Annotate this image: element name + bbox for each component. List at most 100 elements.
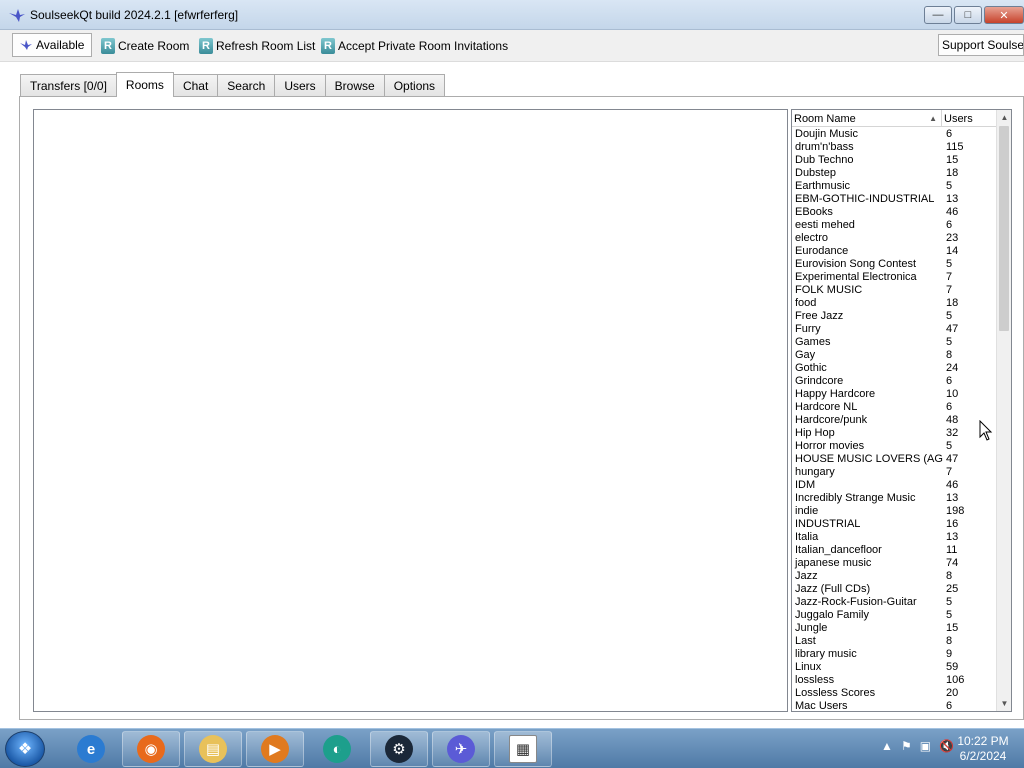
table-row[interactable]: EBM-GOTHIC-INDUSTRIAL 13 [792, 193, 997, 206]
room-name-cell: Free Jazz [795, 310, 844, 322]
table-row[interactable]: Free Jazz 5 [792, 310, 997, 323]
room-users-cell: 47 [946, 323, 959, 335]
window-title-bar[interactable]: SoulseekQt build 2024.2.1 [efwrferferg] … [0, 0, 1024, 30]
tab-rooms[interactable]: Rooms [115, 72, 174, 97]
network-icon[interactable]: ▣ [920, 739, 931, 753]
table-row[interactable]: Jazz 8 [792, 570, 997, 583]
maximize-button[interactable]: □ [954, 6, 982, 24]
table-row[interactable]: EBooks 46 [792, 206, 997, 219]
room-name-cell: Incredibly Strange Music [795, 492, 916, 504]
taskbar-soulseek[interactable]: ✈ [432, 731, 490, 767]
table-row[interactable]: Last 8 [792, 635, 997, 648]
table-row[interactable]: food 18 [792, 297, 997, 310]
status-button[interactable]: Available [12, 33, 92, 57]
table-row[interactable]: Juggalo Family 5 [792, 609, 997, 622]
support-soulseek-button[interactable]: Support Soulseek [938, 34, 1024, 56]
table-row[interactable]: drum'n'bass 115 [792, 141, 997, 154]
soulseek-bird-icon [9, 9, 25, 22]
table-row[interactable]: Eurodance 14 [792, 245, 997, 258]
table-row[interactable]: Lossless Scores 20 [792, 687, 997, 700]
main-toolbar: Available R Create Room R Refresh Room L… [0, 30, 1024, 62]
column-header-users[interactable]: Users [942, 110, 997, 127]
vertical-scrollbar[interactable]: ▲ ▼ [996, 110, 1011, 711]
room-list-table[interactable]: Room Name ▲ Users Doujin Music 6 drum'n'ba… [791, 109, 1012, 712]
table-row[interactable]: Hardcore NL 6 [792, 401, 997, 414]
table-row[interactable]: Experimental Electronica 7 [792, 271, 997, 284]
tab-search[interactable]: Search [217, 74, 276, 97]
table-row[interactable]: Horror movies 5 [792, 440, 997, 453]
action-center-flag-icon[interactable]: ⚑ [901, 739, 912, 753]
taskbar-file-explorer[interactable]: ▤ [184, 731, 242, 767]
table-row[interactable]: Gay 8 [792, 349, 997, 362]
taskbar-internet-explorer[interactable]: e [62, 731, 120, 767]
table-row[interactable]: Italian_dancefloor 11 [792, 544, 997, 557]
minimize-button[interactable]: — [924, 6, 952, 24]
table-row[interactable]: Hardcore/punk 48 [792, 414, 997, 427]
table-row[interactable]: IDM 46 [792, 479, 997, 492]
table-row[interactable]: Dub Techno 15 [792, 154, 997, 167]
table-row[interactable]: japanese music 74 [792, 557, 997, 570]
table-row[interactable]: Incredibly Strange Music 13 [792, 492, 997, 505]
tray-chevron-icon[interactable]: ▲ [881, 739, 893, 753]
scrollbar-thumb[interactable] [999, 126, 1009, 331]
table-row[interactable]: electro 23 [792, 232, 997, 245]
table-row[interactable]: library music 9 [792, 648, 997, 661]
table-row[interactable]: Italia 13 [792, 531, 997, 544]
create-room-button[interactable]: R Create Room [101, 36, 189, 56]
room-users-cell: 198 [946, 505, 965, 517]
tab-browse[interactable]: Browse [324, 74, 385, 97]
table-row[interactable]: Games 5 [792, 336, 997, 349]
table-row[interactable]: Doujin Music 6 [792, 128, 997, 141]
table-row[interactable]: Hip Hop 32 [792, 427, 997, 440]
close-button[interactable]: ✕ [984, 6, 1024, 24]
tab-users[interactable]: Users [274, 74, 326, 97]
table-row[interactable]: FOLK MUSIC 7 [792, 284, 997, 297]
room-chat-area[interactable] [33, 109, 788, 712]
table-row[interactable]: Jungle 15 [792, 622, 997, 635]
internet-explorer-icon: e [77, 735, 105, 763]
taskbar-app-teal[interactable]: ◐ [308, 731, 366, 767]
room-users-cell: 5 [946, 310, 953, 322]
room-users-cell: 46 [946, 479, 959, 491]
file-explorer-icon: ▤ [199, 735, 227, 763]
room-users-cell: 23 [946, 232, 959, 244]
tab-transfers[interactable]: Transfers [0/0] [20, 74, 117, 97]
room-users-cell: 5 [946, 596, 953, 608]
table-row[interactable]: Grindcore 6 [792, 375, 997, 388]
taskbar-document-viewer[interactable]: ▦ [494, 731, 552, 767]
table-row[interactable]: indie 198 [792, 505, 997, 518]
table-row[interactable]: Furry 47 [792, 323, 997, 336]
table-row[interactable]: Jazz (Full CDs) 25 [792, 583, 997, 596]
table-row[interactable]: Linux 59 [792, 661, 997, 674]
room-name-cell: Earthmusic [795, 180, 851, 192]
volume-muted-icon[interactable]: 🔇 [939, 739, 954, 753]
table-row[interactable]: INDUSTRIAL 16 [792, 518, 997, 531]
table-row[interactable]: Earthmusic 5 [792, 180, 997, 193]
room-users-cell: 74 [946, 557, 959, 569]
table-row[interactable]: Gothic 24 [792, 362, 997, 375]
room-users-cell: 7 [946, 271, 953, 283]
room-name-cell: Linux [795, 661, 822, 673]
table-row[interactable]: Mac Users 6 [792, 700, 997, 711]
taskbar-steam[interactable]: ⚙ [370, 731, 428, 767]
room-users-cell: 13 [946, 193, 959, 205]
table-row[interactable]: Happy Hardcore 10 [792, 388, 997, 401]
scroll-up-arrow-icon[interactable]: ▲ [997, 110, 1011, 125]
accept-private-room-invitations-button[interactable]: R Accept Private Room Invitations [321, 36, 508, 56]
scroll-down-arrow-icon[interactable]: ▼ [997, 696, 1011, 711]
start-button[interactable]: ❖ [5, 731, 45, 767]
column-header-room-name[interactable]: Room Name ▲ [792, 110, 942, 127]
tab-chat[interactable]: Chat [172, 74, 219, 97]
table-row[interactable]: hungary 7 [792, 466, 997, 479]
taskbar-media-player[interactable]: ▶ [246, 731, 304, 767]
table-row[interactable]: eesti mehed 6 [792, 219, 997, 232]
refresh-room-list-button[interactable]: R Refresh Room List [199, 36, 315, 56]
table-row[interactable]: Dubstep 18 [792, 167, 997, 180]
tab-options[interactable]: Options [383, 74, 446, 97]
taskbar-firefox[interactable]: ◉ [122, 731, 180, 767]
table-row[interactable]: lossless 106 [792, 674, 997, 687]
table-row[interactable]: HOUSE MUSIC LOVERS (AG) 47 [792, 453, 997, 466]
table-row[interactable]: Jazz-Rock-Fusion-Guitar 5 [792, 596, 997, 609]
table-row[interactable]: Eurovision Song Contest 5 [792, 258, 997, 271]
taskbar-clock[interactable]: 10:22 PM 6/2/2024 [954, 734, 1012, 764]
